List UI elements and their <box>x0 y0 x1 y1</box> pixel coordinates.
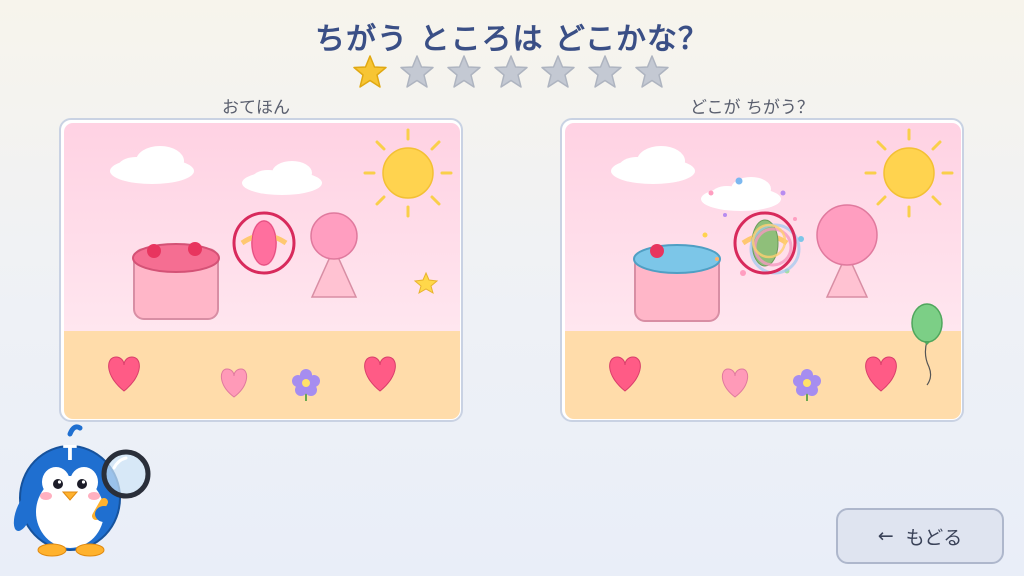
penguin-mascot: T <box>13 424 151 557</box>
cake <box>132 242 220 320</box>
back-button[interactable]: ← もどる <box>836 508 1004 564</box>
left-panel-label: おてほん <box>222 98 290 118</box>
svg-text:T: T <box>63 441 77 465</box>
progress-star-icon <box>541 55 575 88</box>
right-panel-label: どこが ちがう？ <box>690 98 814 118</box>
progress-star-icon <box>635 55 669 88</box>
difference-picture-panel[interactable] <box>560 118 964 422</box>
original-picture-panel <box>59 118 463 422</box>
progress-star-icon <box>588 55 622 88</box>
progress-stars <box>352 54 672 94</box>
progress-star-icon <box>353 55 387 88</box>
back-button-label: もどる <box>905 526 963 549</box>
cake[interactable] <box>633 244 721 322</box>
progress-star-icon <box>400 55 434 88</box>
progress-star-icon <box>447 55 481 88</box>
progress-star-icon <box>494 55 528 88</box>
page-title: ちがう ところは どこかな？ <box>315 22 709 57</box>
arrow-left-icon: ← <box>877 525 894 547</box>
